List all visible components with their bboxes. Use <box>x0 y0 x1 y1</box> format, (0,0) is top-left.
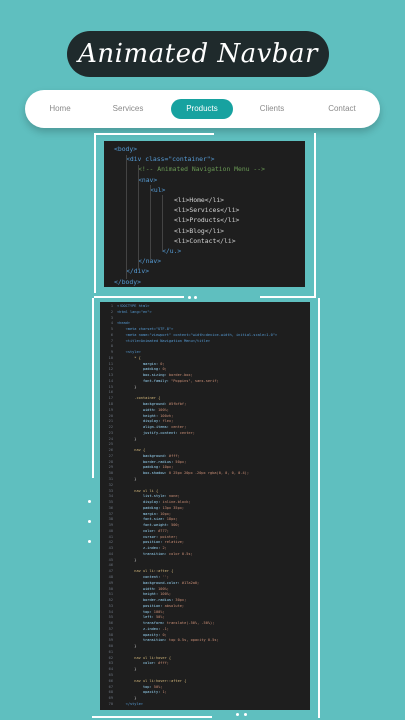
demo-navbar: Home Services Products Clients Contact <box>25 90 380 128</box>
code-line: </style> <box>117 701 143 706</box>
css-code-panel: 1 2 3 4 5 6 7 8 9 10 11 12 13 14 15 16 17 18 19 20 21 22 23 24 2… <box>100 302 310 710</box>
code-line: </div> <box>126 267 150 276</box>
code-line: <!-- Animated Navigation Menu --> <box>138 165 265 174</box>
code-line: <div class="container"> <box>126 155 215 164</box>
frame-line <box>94 296 184 298</box>
nav-item-home[interactable]: Home <box>39 90 81 128</box>
html-code-panel: <body> <div class="container"> <!-- Anim… <box>104 141 305 287</box>
code-line: <li>Home</li> <box>174 196 225 205</box>
page-title: Animated Navbar <box>78 39 318 69</box>
code-line: <nav> <box>138 175 158 184</box>
code-line: <li>Blog</li> <box>174 226 225 235</box>
deco-dot <box>88 520 91 523</box>
code-line: <body> <box>114 145 138 153</box>
code-line: <ul> <box>150 185 166 194</box>
nav-item-services[interactable]: Services <box>105 90 151 128</box>
code-line: </u.> <box>162 247 182 256</box>
frame-line <box>94 133 96 293</box>
frame-line <box>314 133 316 297</box>
code-line: <li>Contact</li> <box>174 236 236 245</box>
code-line: </body> <box>114 277 141 286</box>
code-line: </nav> <box>138 257 162 266</box>
deco-dot <box>88 540 91 543</box>
code-line: <li>Services</li> <box>174 206 240 215</box>
nav-item-clients[interactable]: Clients <box>251 90 293 128</box>
frame-line <box>92 298 94 478</box>
nav-item-contact[interactable]: Contact <box>319 90 365 128</box>
deco-dot <box>236 713 239 716</box>
title-banner: Animated Navbar <box>67 31 329 77</box>
deco-dot <box>194 296 197 299</box>
line-numbers: 1 2 3 4 5 6 7 8 9 10 11 12 13 14 15 16 17 18 19 20 21 22 23 24 2… <box>108 304 113 706</box>
frame-line <box>92 716 212 718</box>
frame-line <box>94 133 214 135</box>
deco-dot <box>244 713 247 716</box>
code-line: <li>Products</li> <box>174 216 240 225</box>
deco-dot <box>88 500 91 503</box>
frame-line <box>318 298 320 718</box>
frame-line <box>260 296 316 298</box>
deco-dot <box>188 296 191 299</box>
nav-item-products[interactable]: Products <box>171 99 233 119</box>
